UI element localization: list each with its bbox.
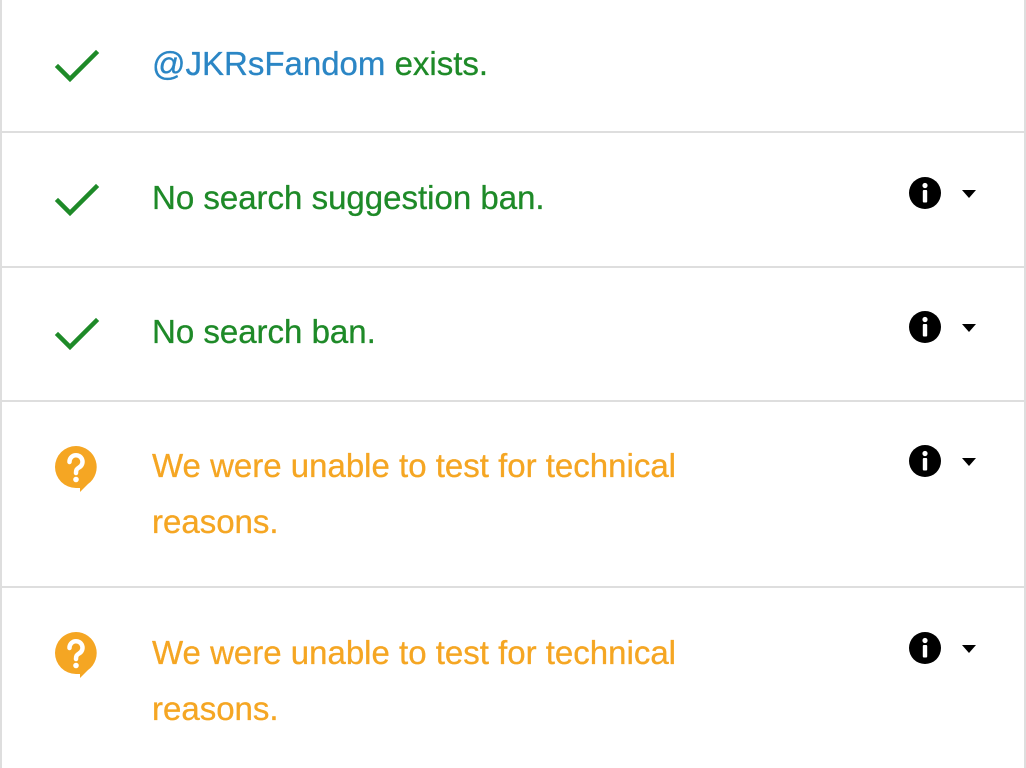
- info-icon[interactable]: [908, 310, 942, 344]
- result-message: We were unable to test for technical rea…: [152, 634, 677, 727]
- result-message: We were unable to test for technical rea…: [152, 447, 677, 540]
- result-row-unable-to-test: We were unable to test for technical rea…: [2, 402, 1024, 588]
- result-row-search-suggestion-ban: No search suggestion ban.: [2, 133, 1024, 268]
- chevron-down-icon[interactable]: [960, 643, 978, 655]
- chevron-down-icon[interactable]: [960, 188, 978, 200]
- chevron-down-icon[interactable]: [960, 456, 978, 468]
- shadowban-results-panel: @JKRsFandom exists. No search suggestion…: [0, 0, 1026, 768]
- result-message: @JKRsFandom exists.: [152, 36, 488, 92]
- info-icon[interactable]: [908, 176, 942, 210]
- info-icon[interactable]: [908, 444, 942, 478]
- result-row-unable-to-test: We were unable to test for technical rea…: [2, 588, 1024, 768]
- result-message-text: exists.: [385, 45, 489, 82]
- checkmark-icon: [52, 310, 100, 358]
- question-bubble-icon: [52, 444, 100, 492]
- account-handle-link[interactable]: @JKRsFandom: [152, 45, 386, 82]
- chevron-down-icon[interactable]: [960, 322, 978, 334]
- checkmark-icon: [52, 42, 100, 90]
- result-row-account-exists: @JKRsFandom exists.: [2, 0, 1024, 133]
- result-message: No search ban.: [152, 313, 376, 350]
- checkmark-icon: [52, 176, 100, 224]
- question-bubble-icon: [52, 630, 100, 678]
- result-message: No search suggestion ban.: [152, 179, 545, 216]
- info-icon[interactable]: [908, 631, 942, 665]
- result-row-search-ban: No search ban.: [2, 268, 1024, 402]
